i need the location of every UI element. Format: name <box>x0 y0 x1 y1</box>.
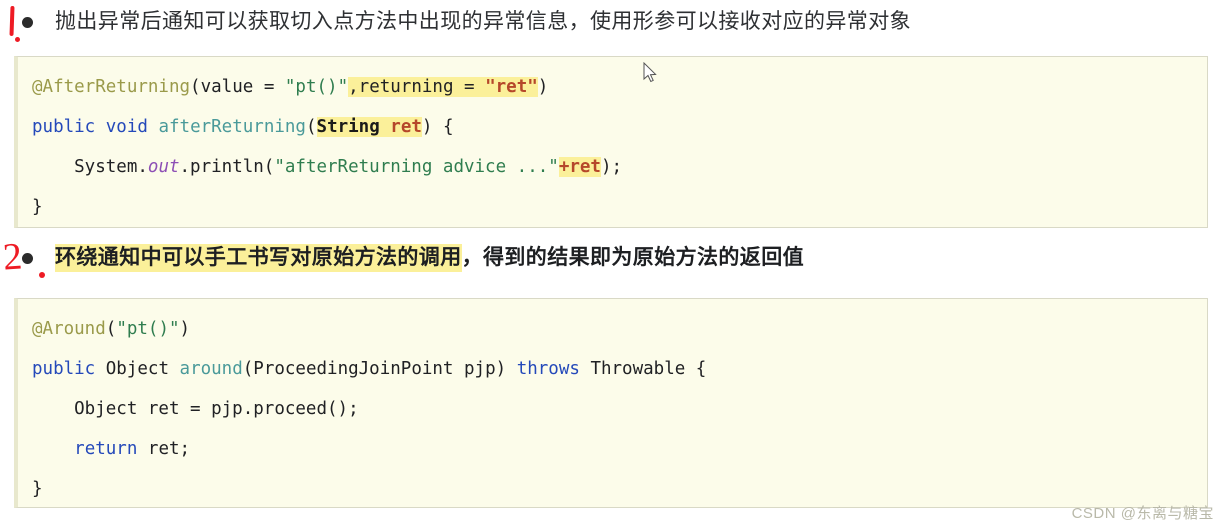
code-line: public void afterReturning(String ret) { <box>32 117 454 137</box>
bullet-heading-2: 环绕通知中可以手工书写对原始方法的调用，得到的结果即为原始方法的返回值 <box>22 243 804 273</box>
code-line: System.out.println("afterReturning advic… <box>32 157 623 177</box>
code-line: @AfterReturning(value = "pt()",returning… <box>32 77 549 97</box>
code-line: return ret; <box>74 439 191 459</box>
red-annotation-one-stroke <box>9 5 15 37</box>
code-line: @Around("pt()") <box>32 319 191 339</box>
code-block-around: @Around("pt()") public Object around(Proc… <box>14 298 1208 508</box>
red-annotation-two: 2 <box>1 235 24 279</box>
code-line: } <box>32 197 43 217</box>
code-line: } <box>32 479 43 499</box>
red-annotation-one-dot <box>15 37 20 42</box>
bullet-heading-1: 抛出异常后通知可以获取切入点方法中出现的异常信息，使用形参可以接收对应的异常对象 <box>22 7 911 37</box>
page-root: 抛出异常后通知可以获取切入点方法中出现的异常信息，使用形参可以接收对应的异常对象… <box>0 0 1222 528</box>
heading-1-text: 抛出异常后通知可以获取切入点方法中出现的异常信息，使用形参可以接收对应的异常对象 <box>55 7 911 37</box>
bullet-dot-icon <box>22 16 33 28</box>
mouse-pointer-icon <box>643 62 657 83</box>
heading-2-text: 环绕通知中可以手工书写对原始方法的调用，得到的结果即为原始方法的返回值 <box>55 243 804 273</box>
heading-1-plain: 抛出异常后通知可以获取切入点方法中出现的异常信息，使用形参可以接收对应的异常对象 <box>55 10 911 33</box>
bullet-dot-icon <box>22 252 33 264</box>
heading-2-highlighted: 环绕通知中可以手工书写对原始方法的调用 <box>55 244 462 272</box>
code-block-after-returning: @AfterReturning(value = "pt()",returning… <box>14 56 1208 228</box>
code-line: public Object around(ProceedingJoinPoint… <box>32 359 707 379</box>
heading-2-plain: ，得到的结果即为原始方法的返回值 <box>461 246 805 269</box>
code-line: Object ret = pjp.proceed(); <box>32 399 359 419</box>
csdn-watermark: CSDN @东离与糖宝 <box>1071 505 1214 522</box>
